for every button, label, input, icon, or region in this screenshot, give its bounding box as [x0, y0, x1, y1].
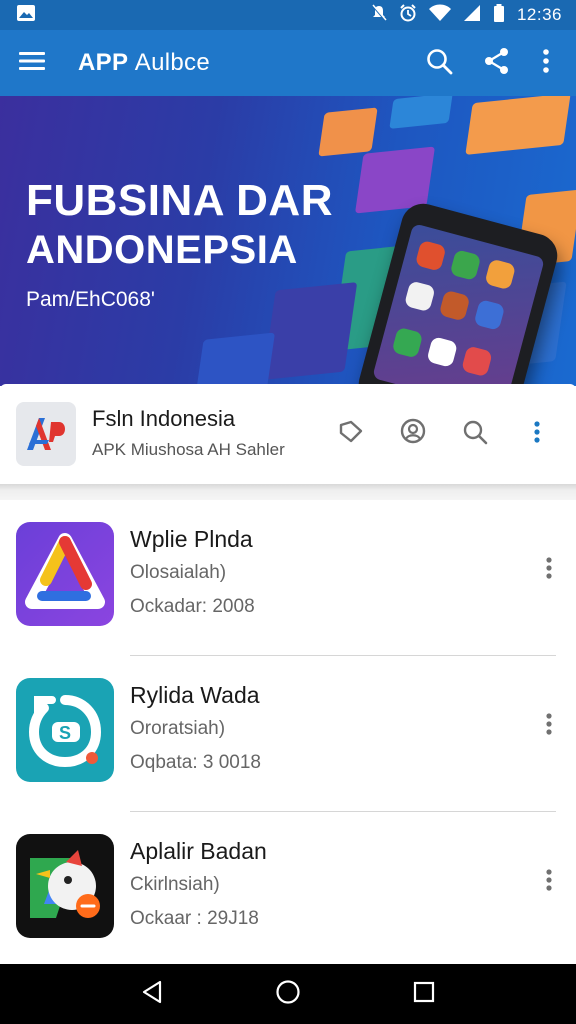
share-icon: [483, 47, 511, 80]
app-title-rest: Aulbce: [134, 49, 210, 76]
banner-headline-2: ANDONEPSIA: [26, 228, 298, 272]
item-more-button[interactable]: [536, 550, 562, 590]
featured-more-button[interactable]: [506, 410, 568, 458]
banner-tile: [389, 96, 453, 129]
triangle-app-icon: [16, 522, 114, 626]
wifi-icon: [428, 4, 451, 27]
home-icon: [275, 979, 301, 1010]
banner-tile: [465, 96, 571, 155]
more-vert-icon: [542, 48, 550, 79]
app-name: Rylida Wada: [130, 682, 260, 708]
list-item[interactable]: Wplie Plnda Olosaialah) Ockadar: 2008: [0, 500, 576, 656]
system-navigation-bar: [0, 964, 576, 1024]
app-category: Olosaialah): [130, 562, 227, 583]
search-app-button[interactable]: [444, 410, 506, 458]
app-list: Wplie Plnda Olosaialah) Ockadar: 2008 S …: [0, 500, 576, 964]
featured-app-logo: AP: [16, 402, 76, 466]
recents-button[interactable]: [394, 964, 454, 1024]
overflow-menu-button[interactable]: [526, 30, 566, 96]
search-button[interactable]: [410, 30, 468, 96]
app-name: Aplalir Badan: [130, 838, 267, 864]
list-item[interactable]: Aplalir Badan Ckirlnsiah) Ockaar : 29J18: [0, 812, 576, 968]
app-date: Oqbata: 3 0018: [130, 752, 261, 773]
featured-app-title: Fsln Indonesia: [92, 406, 236, 431]
app-date: Ockadar: 2008: [130, 596, 255, 617]
app-bar: APP Aulbce: [0, 30, 576, 96]
banner-text: FUBSINA DAR ANDONEPSIA Pam/EhC068': [26, 176, 333, 312]
home-button[interactable]: [258, 964, 318, 1024]
search-icon: [425, 47, 453, 80]
list-item[interactable]: S Rylida Wada Ororatsiah) Oqbata: 3 0018: [0, 656, 576, 812]
tag-icon: [337, 419, 365, 450]
gallery-notification-icon: [16, 4, 36, 27]
banner-tile: [318, 107, 378, 157]
sync-app-icon: S: [16, 678, 114, 782]
status-bar: 12:36: [0, 0, 576, 30]
app-title-bold: APP: [78, 49, 128, 76]
banner-subtitle: Pam/EhC068': [26, 288, 155, 311]
alarm-icon: [399, 3, 417, 27]
item-more-button[interactable]: [536, 862, 562, 902]
more-vert-icon: [545, 868, 553, 897]
mute-icon: [371, 4, 387, 27]
svg-text:AP: AP: [33, 450, 35, 453]
review-button[interactable]: [382, 410, 444, 458]
app-category: Ororatsiah): [130, 718, 226, 739]
tag-button[interactable]: [320, 410, 382, 458]
section-divider: [0, 484, 576, 500]
app-date: Ockaar : 29J18: [130, 908, 259, 929]
banner-headline: FUBSINA DAR: [26, 176, 333, 225]
banner-tile: [194, 332, 276, 386]
battery-icon: [493, 3, 505, 27]
svg-text:S: S: [59, 723, 71, 743]
more-vert-icon: [545, 712, 553, 741]
promo-banner[interactable]: FUBSINA DAR ANDONEPSIA Pam/EhC068': [0, 96, 576, 386]
menu-button[interactable]: [0, 30, 64, 96]
back-icon: [141, 980, 163, 1009]
recents-icon: [413, 981, 435, 1008]
signal-icon: [463, 4, 481, 27]
share-button[interactable]: [468, 30, 526, 96]
face-icon: [398, 417, 428, 452]
back-button[interactable]: [122, 964, 182, 1024]
more-vert-icon: [533, 420, 541, 449]
app-name: Wplie Plnda: [130, 526, 253, 552]
app-category: Ckirlnsiah): [130, 874, 220, 895]
app-title: APP Aulbce: [78, 49, 410, 77]
featured-app-card[interactable]: AP Fsln Indonesia APK Miushosa AH Sahler: [0, 384, 576, 484]
search-icon: [461, 418, 489, 451]
featured-app-subtitle: APK Miushosa AH Sahler: [92, 440, 285, 459]
item-more-button[interactable]: [536, 706, 562, 746]
more-vert-icon: [545, 556, 553, 585]
bird-app-icon: [16, 834, 114, 938]
hamburger-menu-icon: [18, 50, 46, 77]
clock: 12:36: [516, 5, 562, 24]
